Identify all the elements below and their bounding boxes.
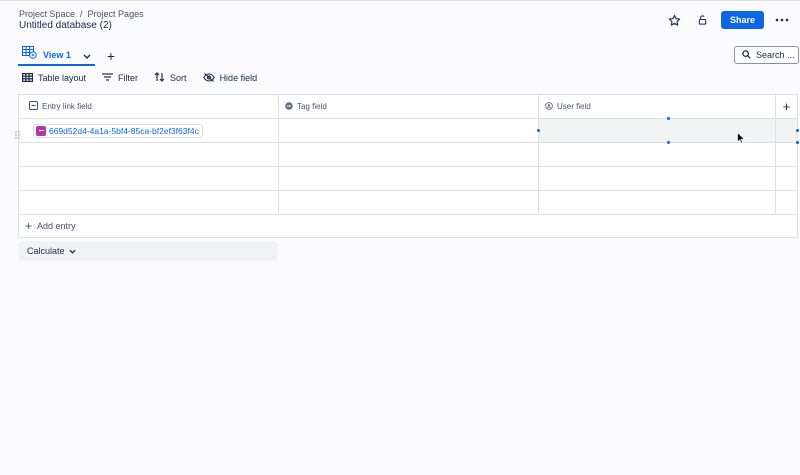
table-layout-icon bbox=[22, 72, 34, 84]
filter-label: Filter bbox=[118, 73, 139, 83]
search-icon bbox=[742, 49, 751, 61]
search-button[interactable]: Search ... bbox=[734, 46, 799, 64]
table-row: 669d52d4-4a1a-5bf4-85ca-bf2ef3f63f4c bbox=[19, 119, 797, 143]
user-cell[interactable] bbox=[539, 167, 776, 190]
entry-link-icon bbox=[29, 101, 38, 112]
chevron-down-icon[interactable] bbox=[83, 46, 91, 64]
selection-handle[interactable] bbox=[667, 141, 670, 144]
selection-handle[interactable] bbox=[537, 129, 540, 132]
chevron-down-icon bbox=[68, 246, 76, 256]
unlock-icon[interactable] bbox=[693, 10, 713, 30]
tab-view-1-label: View 1 bbox=[43, 49, 71, 60]
database-table: Entry link field Tag field User field + … bbox=[18, 94, 798, 238]
calculate-label: Calculate bbox=[27, 246, 65, 256]
eye-off-icon bbox=[202, 72, 215, 84]
row-spacer-cell bbox=[776, 143, 797, 166]
tag-cell[interactable] bbox=[279, 167, 539, 190]
filter-icon bbox=[102, 73, 114, 83]
user-cell[interactable] bbox=[539, 191, 776, 214]
share-button[interactable]: Share bbox=[720, 11, 764, 29]
add-entry-label: Add entry bbox=[37, 221, 76, 231]
selection-handle[interactable] bbox=[667, 117, 670, 120]
more-icon[interactable] bbox=[772, 10, 792, 30]
sort-icon bbox=[154, 72, 165, 84]
star-icon[interactable] bbox=[665, 10, 685, 30]
view-bar: View 1 + bbox=[18, 45, 115, 66]
plus-icon: + bbox=[782, 99, 791, 114]
top-border bbox=[0, 0, 800, 1]
table-header-row: Entry link field Tag field User field + bbox=[19, 95, 797, 119]
entry-cell[interactable]: 669d52d4-4a1a-5bf4-85ca-bf2ef3f63f4c bbox=[19, 119, 279, 142]
filter-button[interactable]: Filter bbox=[102, 71, 138, 85]
entry-type-icon bbox=[36, 125, 46, 136]
tag-cell[interactable] bbox=[279, 119, 539, 142]
entry-cell[interactable] bbox=[19, 143, 279, 166]
tag-cell[interactable] bbox=[279, 143, 539, 166]
user-icon bbox=[545, 101, 553, 112]
row-spacer-cell bbox=[776, 191, 797, 214]
table-row bbox=[19, 143, 797, 167]
selection-handle[interactable] bbox=[796, 129, 799, 132]
breadcrumb-separator: / bbox=[80, 9, 83, 19]
table-row bbox=[19, 191, 797, 215]
table-layout-label: Table layout bbox=[38, 73, 87, 83]
add-entry-button[interactable]: + Add entry bbox=[19, 215, 797, 237]
add-view-button[interactable]: + bbox=[107, 49, 115, 63]
page-title[interactable]: Untitled database (2) bbox=[19, 20, 112, 31]
tag-cell[interactable] bbox=[279, 191, 539, 214]
hide-field-button[interactable]: Hide field bbox=[202, 71, 258, 85]
selection-handle[interactable] bbox=[796, 141, 799, 144]
breadcrumb: Project Space / Project Pages bbox=[19, 9, 144, 19]
row-spacer-cell bbox=[776, 119, 797, 142]
drag-handle-icon[interactable] bbox=[15, 126, 20, 144]
table-view-icon bbox=[22, 45, 37, 64]
entry-link-text: 669d52d4-4a1a-5bf4-85ca-bf2ef3f63f4c bbox=[49, 125, 199, 136]
column-header-entry-link[interactable]: Entry link field bbox=[19, 95, 279, 118]
entry-cell[interactable] bbox=[19, 191, 279, 214]
hide-field-label: Hide field bbox=[219, 73, 258, 83]
entry-link-chip[interactable]: 669d52d4-4a1a-5bf4-85ca-bf2ef3f63f4c bbox=[33, 123, 203, 138]
search-label: Search ... bbox=[756, 50, 795, 60]
add-column-button[interactable]: + bbox=[776, 95, 797, 118]
tag-icon bbox=[285, 101, 293, 112]
table-row bbox=[19, 167, 797, 191]
toolbar: Table layout Filter Sort Hide field bbox=[22, 71, 257, 85]
column-header-tag[interactable]: Tag field bbox=[279, 95, 539, 118]
column-header-label: Tag field bbox=[297, 102, 327, 111]
plus-icon: + bbox=[25, 219, 33, 233]
mouse-cursor-icon bbox=[737, 131, 746, 149]
breadcrumb-space[interactable]: Project Space bbox=[19, 9, 75, 19]
entry-cell[interactable] bbox=[19, 167, 279, 190]
column-header-label: Entry link field bbox=[42, 102, 92, 111]
sort-label: Sort bbox=[170, 73, 187, 83]
row-spacer-cell bbox=[776, 167, 797, 190]
column-header-user[interactable]: User field bbox=[539, 95, 776, 118]
sort-button[interactable]: Sort bbox=[154, 71, 187, 85]
breadcrumb-page[interactable]: Project Pages bbox=[88, 9, 144, 19]
table-layout-button[interactable]: Table layout bbox=[22, 71, 86, 85]
header-actions: Share bbox=[665, 10, 792, 30]
column-header-label: User field bbox=[557, 102, 591, 111]
tab-view-1[interactable]: View 1 bbox=[18, 45, 95, 66]
calculate-button[interactable]: Calculate bbox=[19, 241, 277, 261]
